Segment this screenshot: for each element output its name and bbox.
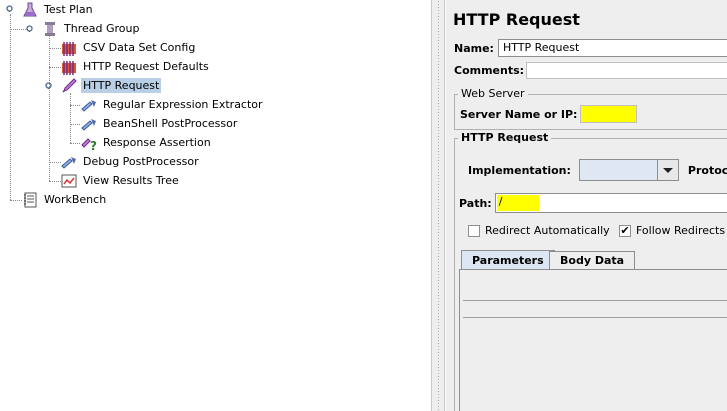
parameters-table-header: [463, 300, 727, 318]
redirect-auto-option[interactable]: Redirect Automatically: [468, 224, 610, 237]
tree-line: [70, 93, 71, 143]
tree-line: [49, 67, 61, 68]
follow-redirects-option[interactable]: ✔ Follow Redirects: [619, 224, 725, 237]
implementation-label: Implementation:: [468, 163, 571, 177]
notebook-icon: [24, 192, 37, 207]
tree-line: [49, 162, 61, 163]
tree-line: [10, 200, 22, 201]
tree-node-label: BeanShell PostProcessor: [103, 117, 238, 130]
path-field[interactable]: /: [494, 193, 727, 213]
tree-line: [49, 48, 61, 49]
tree-line: [49, 36, 50, 181]
implementation-select[interactable]: [578, 159, 679, 181]
implementation-row: Implementation: Protocol: [468, 159, 727, 181]
redirect-auto-checkbox[interactable]: [468, 224, 480, 237]
web-server-title: Web Server: [458, 87, 528, 100]
http-request-panel: HTTP Request Name: HTTP Request Comments…: [446, 0, 727, 411]
svg-text:?: ?: [90, 139, 97, 151]
path-label: Path:: [459, 196, 492, 210]
tree-node-label: WorkBench: [44, 193, 107, 206]
tree-node-response-assertion[interactable]: ? Response Assertion: [81, 134, 213, 151]
expand-handle-icon[interactable]: [45, 82, 52, 89]
server-name-field[interactable]: [580, 105, 638, 123]
tree-line: [70, 124, 80, 125]
divider-grip: [437, 0, 440, 411]
assertion-icon: ?: [81, 137, 97, 151]
follow-redirects-label: Follow Redirects: [636, 224, 726, 237]
config-element-icon: [62, 41, 76, 56]
tree-node-view-results-tree[interactable]: View Results Tree: [61, 172, 181, 189]
tree-node-http-request-defaults[interactable]: HTTP Request Defaults: [61, 58, 211, 75]
redirect-auto-label: Redirect Automatically: [485, 224, 610, 237]
tree-node-label: Thread Group: [64, 22, 140, 35]
tree-node-workbench[interactable]: WorkBench: [22, 191, 108, 208]
flask-icon: [23, 2, 37, 16]
post-processor-icon: [81, 118, 96, 131]
tree-node-debug-postprocessor[interactable]: Debug PostProcessor: [61, 153, 201, 170]
name-label: Name:: [454, 41, 494, 55]
expand-handle-icon[interactable]: [6, 5, 13, 12]
tree-line: [70, 143, 80, 144]
split-pane-divider[interactable]: [431, 0, 445, 411]
comments-field[interactable]: [526, 62, 727, 79]
name-row: Name: HTTP Request: [454, 39, 727, 57]
tree-node-label: CSV Data Set Config: [83, 41, 196, 54]
path-value: /: [496, 195, 539, 211]
tree-node-csv-data-set-config[interactable]: CSV Data Set Config: [61, 39, 197, 56]
chevron-down-icon: [656, 160, 678, 180]
name-field[interactable]: HTTP Request: [497, 39, 727, 57]
post-processor-icon: [61, 156, 76, 169]
test-plan-tree: Test Plan Thread Group CSV Data Set Conf…: [0, 0, 431, 411]
comments-label: Comments:: [454, 64, 525, 77]
expand-handle-icon[interactable]: [26, 25, 33, 32]
tree-node-label: HTTP Request Defaults: [83, 60, 209, 73]
server-label: Server Name or IP:: [460, 107, 578, 121]
tree-line: [70, 105, 80, 106]
panel-title: HTTP Request: [453, 10, 580, 29]
comments-row: Comments:: [454, 62, 727, 79]
tab-parameters[interactable]: Parameters: [461, 250, 555, 270]
tree-node-label: Regular Expression Extractor: [103, 98, 263, 111]
pipette-icon: [62, 77, 77, 93]
tree-node-label: View Results Tree: [83, 174, 179, 187]
tree-node-thread-group[interactable]: Thread Group: [42, 20, 141, 37]
follow-redirects-checkbox[interactable]: ✔: [619, 224, 631, 237]
protocol-label: Protocol: [687, 163, 727, 177]
tree-line: [10, 14, 11, 200]
tree-node-regular-expression-extractor[interactable]: Regular Expression Extractor: [81, 96, 265, 113]
path-row: Path: /: [459, 193, 727, 213]
tree-node-label: Test Plan: [44, 3, 93, 16]
tab-body-data[interactable]: Body Data: [549, 251, 636, 269]
spool-icon: [45, 21, 55, 36]
tree-line: [49, 181, 61, 182]
tree-node-label: Debug PostProcessor: [83, 155, 199, 168]
http-request-group-title: HTTP Request: [458, 131, 552, 144]
listener-icon: [61, 174, 77, 187]
tree-node-label: Response Assertion: [103, 136, 211, 149]
tree-node-test-plan[interactable]: Test Plan: [22, 1, 95, 18]
parameters-tab-content: [459, 269, 727, 411]
post-processor-icon: [81, 99, 96, 112]
config-element-icon: [62, 60, 76, 75]
tree-node-label: HTTP Request: [81, 78, 162, 93]
tree-node-beanshell-postprocessor[interactable]: BeanShell PostProcessor: [81, 115, 239, 132]
server-row: Server Name or IP:: [460, 105, 638, 123]
tree-node-http-request[interactable]: HTTP Request: [61, 77, 162, 94]
